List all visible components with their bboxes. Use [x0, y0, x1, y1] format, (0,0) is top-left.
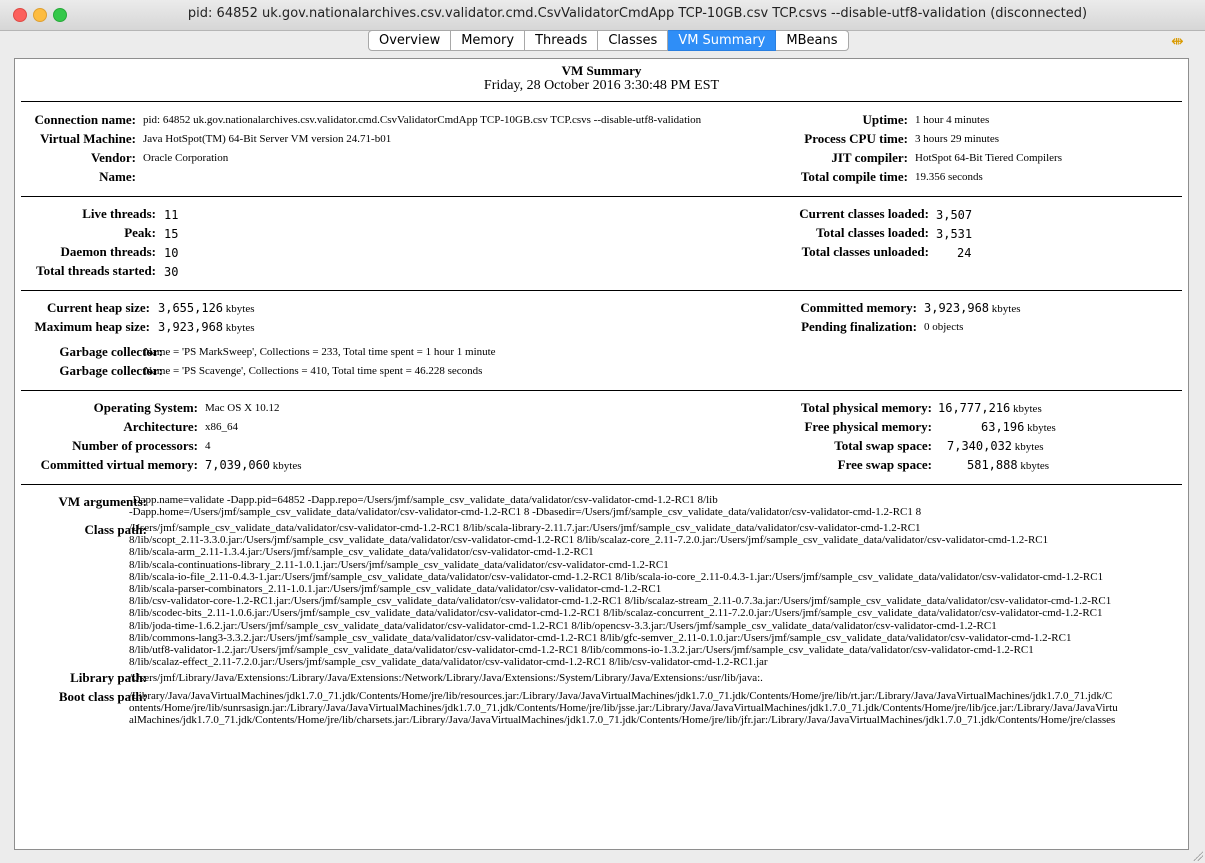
process-cpu-label: Process CPU time:	[804, 131, 908, 146]
vm-arguments-value: -Dapp.name=validate -Dapp.pid=64852 -Dap…	[129, 494, 922, 519]
zoom-window-button[interactable]	[53, 8, 67, 22]
committed-virtual-memory-label: Committed virtual memory:	[40, 457, 198, 472]
pending-finalization-value: 0 objects	[924, 321, 964, 333]
connection-status-icon[interactable]: ⇼	[1171, 34, 1195, 49]
current-heap-label: Current heap size:	[46, 300, 150, 315]
jit-compiler-label: JIT compiler:	[831, 150, 908, 165]
daemon-threads-label: Daemon threads:	[60, 244, 156, 259]
free-swap-value: 581,888 kbytes	[967, 458, 1050, 472]
architecture-value: x86_64	[205, 421, 238, 433]
total-classes-label: Total classes loaded:	[816, 225, 929, 240]
total-threads-value: 30	[164, 265, 179, 279]
tab-overview[interactable]: Overview	[368, 30, 452, 51]
window-title: pid: 64852 uk.gov.nationalarchives.csv.v…	[187, 6, 1088, 21]
max-heap-label: Maximum heap size:	[34, 319, 150, 334]
committed-virtual-memory-value: 7,039,060 kbytes	[205, 458, 302, 472]
gc-scavenge-value: Name = 'PS Scavenge', Collections = 410,…	[144, 365, 483, 377]
processors-value: 4	[205, 440, 211, 452]
tab-classes[interactable]: Classes	[598, 30, 669, 51]
total-swap-value: 7,340,032 kbytes	[947, 439, 1044, 453]
free-swap-label: Free swap space:	[837, 457, 932, 472]
divider	[21, 101, 1182, 102]
boot-class-path-value: /Library/Java/JavaVirtualMachines/jdk1.7…	[129, 690, 1118, 727]
max-heap-value: 3,923,968 kbytes	[158, 320, 255, 334]
daemon-threads-value: 10	[164, 246, 179, 260]
uptime-value: 1 hour 4 minutes	[915, 114, 990, 126]
classes-unloaded-value: 24	[957, 246, 972, 260]
connection-name-value: pid: 64852 uk.gov.nationalarchives.csv.v…	[143, 114, 702, 126]
current-classes-value: 3,507	[936, 208, 973, 222]
os-label: Operating System:	[93, 400, 198, 415]
divider	[21, 290, 1182, 291]
live-threads-value: 11	[164, 208, 179, 222]
jconsole-window: pid: 64852 uk.gov.nationalarchives.csv.v…	[0, 0, 1205, 863]
free-physical-memory-label: Free physical memory:	[804, 419, 932, 434]
total-classes-value: 3,531	[936, 227, 973, 241]
vendor-value: Oracle Corporation	[143, 152, 229, 164]
tab-threads[interactable]: Threads	[525, 30, 599, 51]
minimize-window-button[interactable]	[33, 8, 47, 22]
compile-time-value: 19.356 seconds	[915, 171, 983, 183]
current-heap-value: 3,655,126 kbytes	[158, 301, 255, 315]
processors-label: Number of processors:	[72, 438, 198, 453]
virtual-machine-label: Virtual Machine:	[40, 131, 136, 146]
tab-bar: Overview Memory Threads Classes VM Summa…	[368, 30, 849, 51]
total-threads-label: Total threads started:	[36, 263, 156, 278]
summary-title: VM Summary	[561, 63, 642, 78]
committed-memory-label: Committed memory:	[800, 300, 917, 315]
close-window-button[interactable]	[13, 8, 27, 22]
uptime-label: Uptime:	[862, 112, 909, 127]
classes-unloaded-label: Total classes unloaded:	[801, 244, 929, 259]
connection-name-label: Connection name:	[34, 112, 136, 127]
peak-threads-value: 15	[164, 227, 179, 241]
vm-summary-panel: VM Summary Friday, 28 October 2016 3:30:…	[14, 58, 1189, 850]
peak-threads-label: Peak:	[124, 225, 156, 240]
divider	[21, 390, 1182, 391]
vendor-label: Vendor:	[90, 150, 136, 165]
architecture-label: Architecture:	[123, 419, 198, 434]
committed-memory-value: 3,923,968 kbytes	[924, 301, 1021, 315]
current-classes-label: Current classes loaded:	[799, 206, 929, 221]
tab-memory[interactable]: Memory	[451, 30, 526, 51]
resize-grip[interactable]	[1193, 851, 1203, 861]
library-path-value: /Users/jmf/Library/Java/Extensions:/Libr…	[129, 672, 763, 684]
compile-time-label: Total compile time:	[800, 169, 908, 184]
title-bar[interactable]: pid: 64852 uk.gov.nationalarchives.csv.v…	[0, 0, 1205, 31]
total-physical-memory-label: Total physical memory:	[801, 400, 932, 415]
tab-vm-summary[interactable]: VM Summary	[668, 30, 777, 51]
class-path-value: /Users/jmf/sample_csv_validate_data/vali…	[129, 522, 1112, 669]
jit-compiler-value: HotSpot 64-Bit Tiered Compilers	[915, 152, 1062, 164]
live-threads-label: Live threads:	[82, 206, 156, 221]
pending-finalization-label: Pending finalization:	[801, 319, 917, 334]
free-physical-memory-value: 63,196 kbytes	[981, 420, 1056, 434]
summary-header: VM Summary Friday, 28 October 2016 3:30:…	[15, 59, 1188, 94]
virtual-machine-value: Java HotSpot(TM) 64-Bit Server VM versio…	[143, 133, 392, 145]
tab-mbeans[interactable]: MBeans	[776, 30, 849, 51]
gc-marksweep-value: Name = 'PS MarkSweep', Collections = 233…	[144, 346, 496, 358]
total-physical-memory-value: 16,777,216 kbytes	[938, 401, 1042, 415]
total-swap-label: Total swap space:	[834, 438, 932, 453]
process-cpu-value: 3 hours 29 minutes	[915, 133, 1000, 145]
divider	[21, 196, 1182, 197]
divider	[21, 484, 1182, 485]
os-value: Mac OS X 10.12	[205, 402, 280, 414]
name-label: Name:	[99, 169, 136, 184]
summary-date: Friday, 28 October 2016 3:30:48 PM EST	[483, 78, 720, 93]
